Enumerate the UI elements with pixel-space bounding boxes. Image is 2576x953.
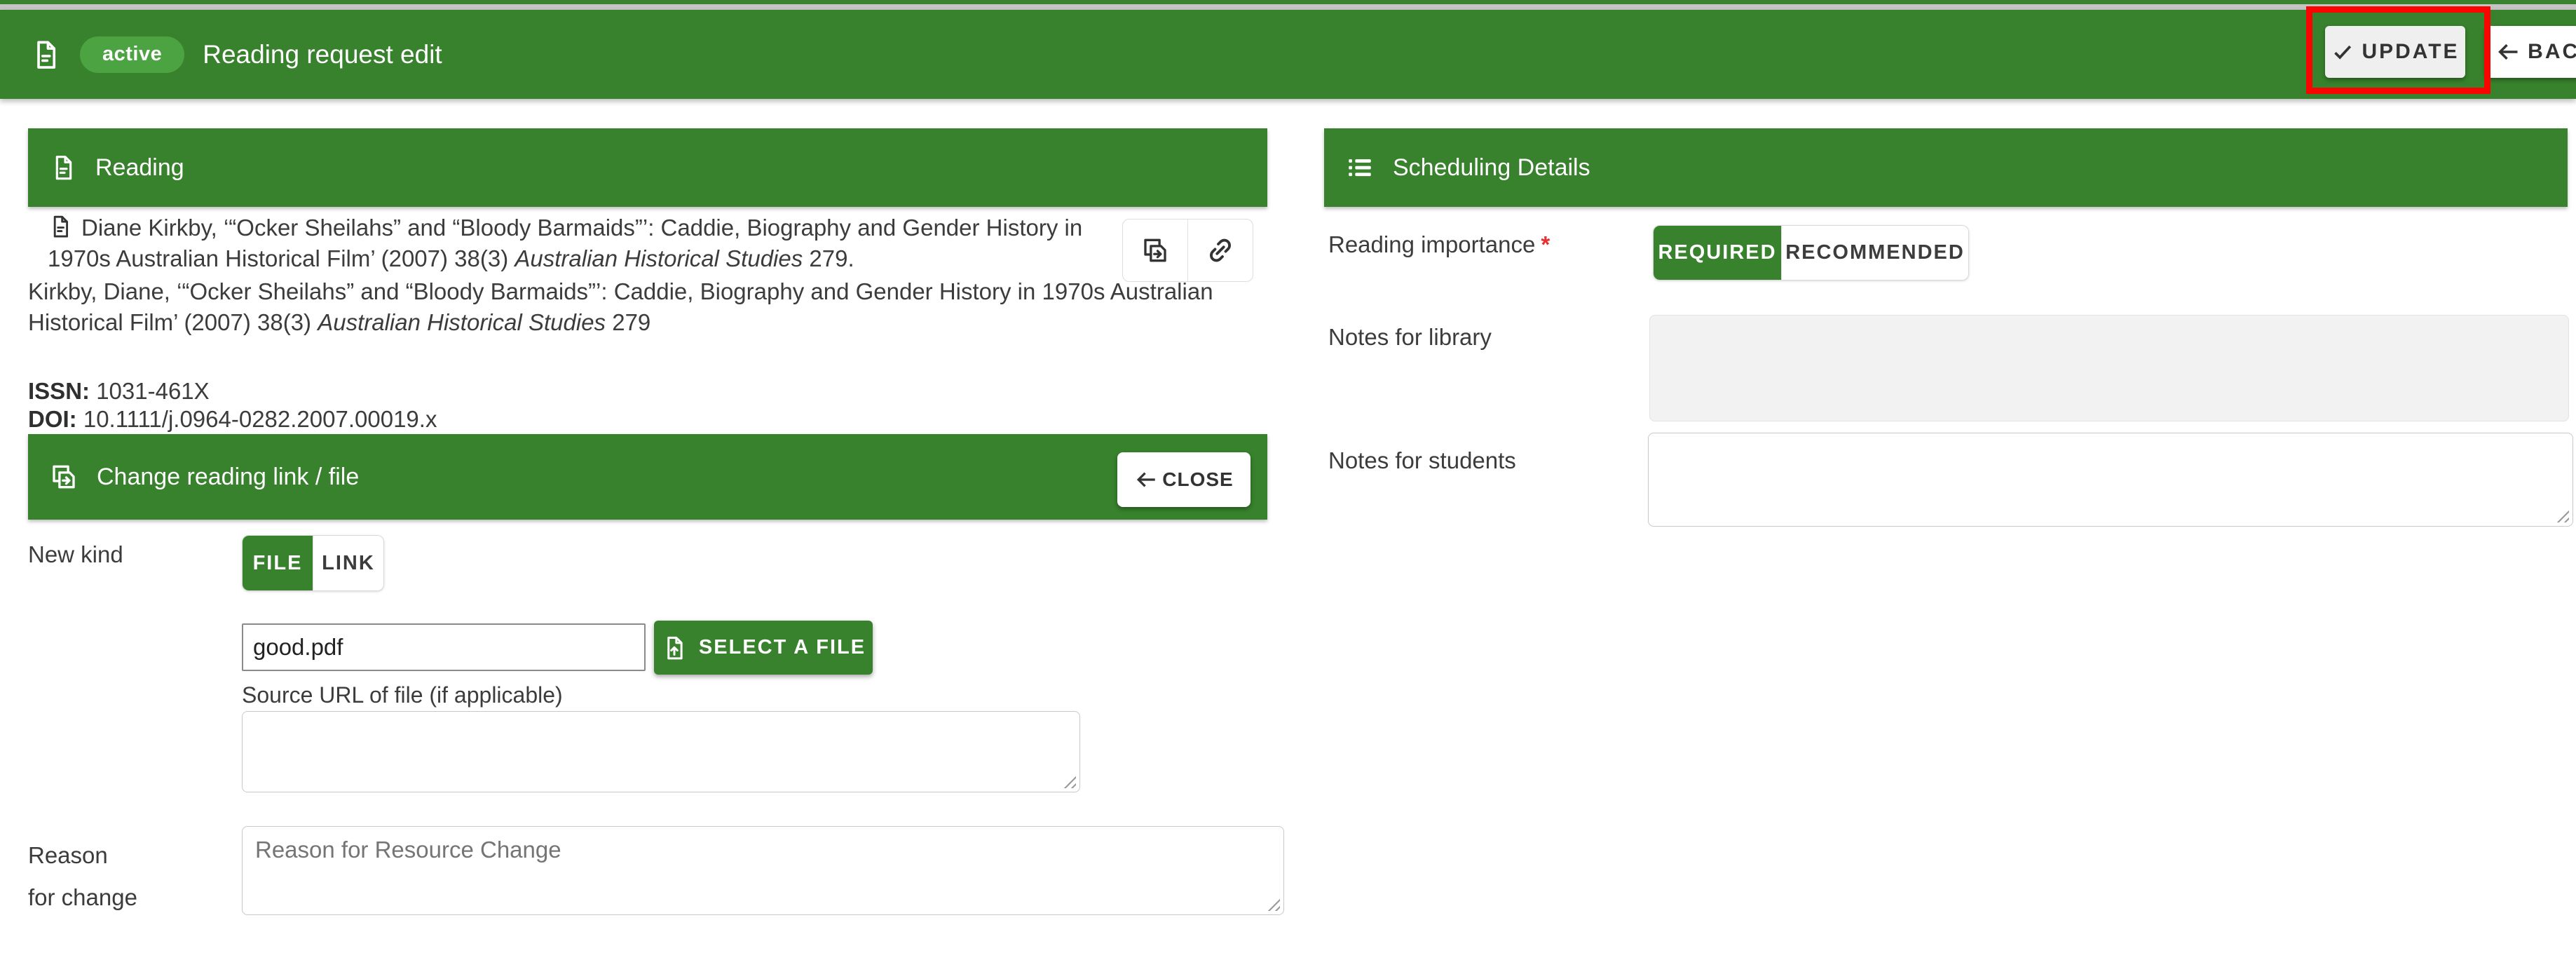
arrow-left-icon <box>2495 39 2521 65</box>
file-change-icon <box>1140 236 1170 265</box>
new-kind-toggle: FILE LINK <box>242 535 384 591</box>
check-icon <box>2331 40 2354 64</box>
select-file-button-label: SELECT A FILE <box>699 636 866 659</box>
status-badge: active <box>80 36 184 73</box>
top-scrollbar[interactable] <box>0 4 2576 10</box>
citation-full-pages: 279 <box>606 309 650 335</box>
citation-action-buttons <box>1122 219 1253 282</box>
back-button-label: BACK <box>2528 40 2576 64</box>
importance-option-recommended[interactable]: RECOMMENDED <box>1781 226 1968 280</box>
scheduling-section-header: Scheduling Details <box>1324 128 2568 207</box>
select-file-button[interactable]: SELECT A FILE <box>654 621 873 675</box>
reason-for-change-label: Reason for change <box>28 834 140 919</box>
notes-for-library-label: Notes for library <box>1328 324 1492 351</box>
change-reading-section-title: Change reading link / file <box>97 464 359 491</box>
issn-label: ISSN: <box>28 378 90 404</box>
notes-for-students-label: Notes for students <box>1328 447 1516 474</box>
notes-for-library-textarea <box>1649 315 2569 421</box>
change-resource-button[interactable] <box>1123 219 1187 281</box>
doi-row: DOI: 10.1111/j.0964-0282.2007.00019.x <box>28 405 437 433</box>
top-app-bar: active Reading request edit <box>0 10 2576 99</box>
reading-section-header: Reading <box>28 128 1267 207</box>
page-title: Reading request edit <box>203 40 442 69</box>
reading-request-edit-page: active Reading request edit UPDATE BACK … <box>0 0 2576 953</box>
update-button[interactable]: UPDATE <box>2325 26 2465 78</box>
issn-value: 1031-461X <box>96 378 209 404</box>
list-icon <box>1345 153 1375 182</box>
issn-row: ISSN: 1031-461X <box>28 377 210 405</box>
reason-for-change-textarea[interactable] <box>242 826 1284 915</box>
new-kind-label: New kind <box>28 541 123 568</box>
required-asterisk: * <box>1541 231 1550 257</box>
document-icon <box>29 36 62 73</box>
file-upload-icon <box>661 634 688 662</box>
kind-option-file[interactable]: FILE <box>243 536 313 590</box>
source-url-textarea[interactable] <box>242 711 1080 792</box>
document-icon <box>49 152 77 183</box>
link-resource-button[interactable] <box>1187 219 1253 281</box>
reading-importance-label: Reading importance* <box>1328 231 1550 258</box>
arrow-left-icon <box>1134 468 1158 492</box>
importance-option-required[interactable]: REQUIRED <box>1654 226 1781 280</box>
link-icon <box>1206 236 1235 265</box>
reading-importance-toggle: REQUIRED RECOMMENDED <box>1653 225 1969 281</box>
citation-display-journal: Australian Historical Studies <box>514 245 803 271</box>
change-reading-section-header: Change reading link / file <box>28 434 1267 520</box>
close-button-label: CLOSE <box>1162 468 1233 491</box>
reading-section-title: Reading <box>95 154 184 182</box>
back-button[interactable]: BACK <box>2485 26 2576 78</box>
reading-importance-label-text: Reading importance <box>1328 231 1535 257</box>
document-icon <box>48 212 73 241</box>
doi-value: 10.1111/j.0964-0282.2007.00019.x <box>83 406 437 432</box>
kind-option-link[interactable]: LINK <box>313 536 383 590</box>
update-button-label: UPDATE <box>2362 40 2459 64</box>
doi-label: DOI: <box>28 406 77 432</box>
notes-for-students-textarea[interactable] <box>1648 433 2573 527</box>
file-name-input[interactable] <box>242 623 646 671</box>
scheduling-section-title: Scheduling Details <box>1393 154 1590 182</box>
file-change-icon <box>49 461 79 492</box>
source-url-label: Source URL of file (if applicable) <box>242 682 563 708</box>
citation-full-journal: Australian Historical Studies <box>318 309 606 335</box>
close-button[interactable]: CLOSE <box>1117 452 1250 507</box>
citation-full: Kirkby, Diane, ‘“Ocker Sheilahs” and “Bl… <box>28 276 1270 338</box>
citation-display: Diane Kirkby, ‘“Ocker Sheilahs” and “Blo… <box>48 212 1103 274</box>
citation-display-pages: 279. <box>803 245 854 271</box>
